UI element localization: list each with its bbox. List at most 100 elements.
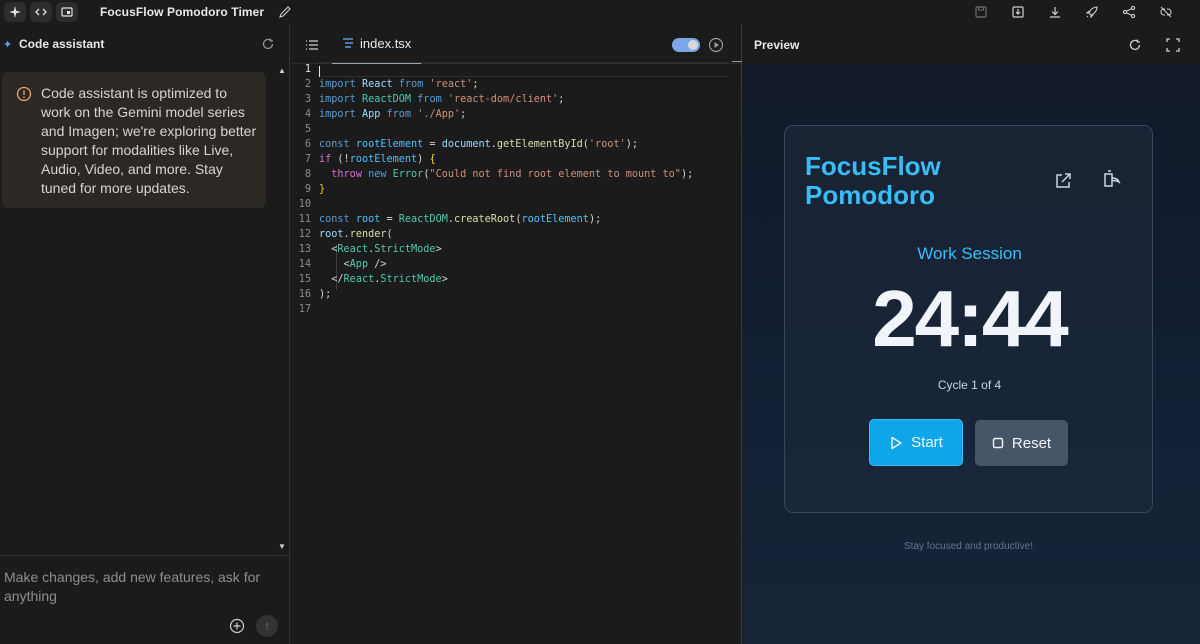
link-off-icon: [1159, 6, 1172, 18]
pomodoro-title: FocusFlow Pomodoro: [805, 151, 941, 210]
line-number: 10: [298, 199, 311, 210]
line-number: 8: [304, 169, 311, 180]
sparkle-icon: [9, 6, 21, 18]
add-icon[interactable]: [229, 618, 245, 634]
assistant-notice: Code assistant is optimized to work on t…: [2, 72, 266, 208]
notice-text: Code assistant is optimized to work on t…: [41, 85, 257, 196]
fullscreen-icon[interactable]: [1166, 38, 1180, 52]
deploy-button[interactable]: [1073, 4, 1110, 20]
editor-header: index.tsx: [291, 24, 741, 64]
refresh-icon[interactable]: [1128, 38, 1142, 52]
code-line: 8 throw new Error("Could not find root e…: [291, 167, 742, 182]
code-icon: [35, 8, 47, 16]
play-icon[interactable]: [708, 37, 724, 53]
download-app-button[interactable]: [999, 4, 1036, 20]
code-line: 5: [291, 122, 742, 137]
info-icon: [16, 86, 32, 102]
line-number: 6: [304, 139, 311, 150]
file-list-icon[interactable]: [305, 39, 319, 51]
line-number: 1: [304, 64, 311, 75]
line-number: 4: [304, 109, 311, 120]
code-line: 11 const root = ReactDOM.createRoot(rootE…: [291, 212, 742, 227]
reset-button[interactable]: Reset: [975, 420, 1068, 466]
layout-button[interactable]: [56, 2, 78, 22]
code-line: 3 import ReactDOM from 'react-dom/client'…: [291, 92, 742, 107]
code-line: 14 <App />: [291, 257, 742, 272]
line-number: 17: [298, 304, 311, 315]
line-number: 11: [298, 214, 311, 225]
tab-index-tsx[interactable]: index.tsx: [332, 24, 422, 64]
code-line: 6 const rootElement = document.getElement…: [291, 137, 742, 152]
line-number: 9: [304, 184, 311, 195]
code-line: 9}: [291, 182, 742, 197]
layout-icon: [61, 7, 73, 17]
divider: [0, 555, 290, 556]
code-line: 13 <React.StrictMode>: [291, 242, 742, 257]
code-view-button[interactable]: [30, 2, 52, 22]
code-editor-panel: index.tsx 1 2 import React from 'react'; …: [291, 24, 742, 644]
code-line: 7 if (!rootElement) {: [291, 152, 742, 167]
preview-panel: Preview FocusFlow Pomodoro Work Session …: [743, 24, 1200, 644]
topbar-actions: [962, 4, 1184, 20]
start-label: Start: [911, 434, 943, 451]
code-assistant-panel: ✦ Code assistant Code assistant is optim…: [0, 24, 290, 644]
autosave-toggle[interactable]: [672, 38, 700, 52]
code-line: 15 </React.StrictMode>: [291, 272, 742, 287]
reset-label: Reset: [1011, 434, 1052, 452]
preview-viewport: FocusFlow Pomodoro Work Session 24:44 Cy…: [743, 64, 1200, 644]
code-line: 4 import App from './App';: [291, 107, 742, 122]
save-button[interactable]: [962, 4, 999, 20]
code-line: 2 import React from 'react';: [291, 77, 742, 92]
share-button[interactable]: [1110, 4, 1147, 20]
share-out-icon[interactable]: [1101, 170, 1121, 190]
code-content[interactable]: 1 2 import React from 'react'; 3 import Re…: [291, 62, 742, 317]
session-label: Work Session: [917, 244, 1022, 263]
send-button[interactable]: ↑: [256, 615, 278, 637]
line-number: 14: [298, 259, 311, 270]
line-number: 16: [298, 289, 311, 300]
download-app-icon: [1011, 6, 1024, 18]
code-line: 17: [291, 302, 742, 317]
prompt-input[interactable]: Make changes, add new features, ask for …: [4, 568, 274, 606]
code-line: 12 root.render(: [291, 227, 742, 242]
scroll-up-arrow-icon[interactable]: ▲: [278, 66, 286, 75]
minimap-marker: [732, 61, 742, 62]
app-title: FocusFlow Pomodoro Timer: [100, 5, 265, 19]
sparkle-button[interactable]: [4, 2, 26, 22]
link-off-button[interactable]: [1147, 4, 1184, 20]
code-line: 10: [291, 197, 742, 212]
footer-text: Stay focused and productive!: [904, 541, 1033, 552]
code-assistant-title: Code assistant: [19, 37, 105, 51]
preview-title: Preview: [754, 38, 800, 52]
tab-label: index.tsx: [360, 35, 412, 51]
code-line: 16);: [291, 287, 742, 302]
play-icon: [891, 436, 902, 449]
scroll-down-arrow-icon[interactable]: ▼: [278, 542, 286, 551]
pencil-icon[interactable]: [278, 5, 292, 19]
arrow-up-icon: ↑: [264, 620, 270, 632]
line-number: 5: [304, 124, 311, 135]
download-button[interactable]: [1036, 4, 1073, 20]
line-number: 3: [304, 94, 311, 105]
pomodoro-card: FocusFlow Pomodoro Work Session 24:44 Cy…: [784, 125, 1153, 513]
deploy-rocket-icon: [1085, 6, 1098, 19]
top-bar: FocusFlow Pomodoro Timer: [0, 0, 1200, 24]
start-button[interactable]: Start: [869, 419, 963, 466]
cycle-counter: Cycle 1 of 4: [937, 378, 1002, 392]
code-line: 1: [291, 62, 742, 77]
stop-icon: [992, 437, 1004, 449]
sparkle-icon: ✦: [3, 38, 13, 51]
code-assistant-header: ✦ Code assistant: [0, 24, 289, 64]
line-number: 7: [304, 154, 311, 165]
file-lines-icon: [343, 38, 353, 48]
line-number: 13: [298, 244, 311, 255]
preview-header: Preview: [743, 24, 1200, 64]
line-number: 2: [304, 79, 311, 90]
line-number: 12: [298, 229, 311, 240]
download-icon: [1049, 7, 1060, 18]
save-icon: [974, 6, 987, 18]
line-number: 15: [298, 274, 311, 285]
external-link-icon[interactable]: [1054, 172, 1072, 190]
timer-display: 24:44: [872, 274, 1069, 363]
refresh-icon[interactable]: [261, 37, 275, 51]
